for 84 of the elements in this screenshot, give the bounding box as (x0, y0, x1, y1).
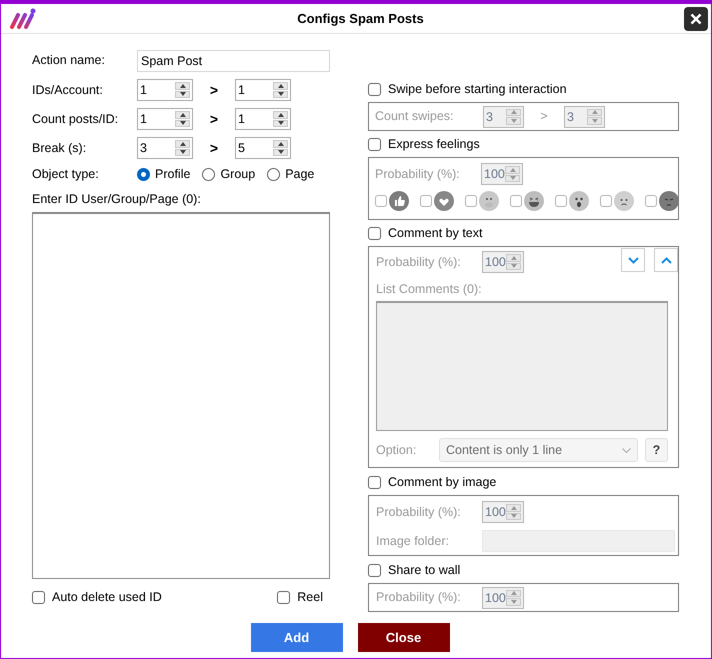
radio-button[interactable] (202, 168, 216, 180)
sad-reaction-icon (614, 191, 634, 211)
number-spinner[interactable]: 1 (235, 79, 291, 101)
field-label: Count posts/ID: (32, 110, 120, 128)
field-label: Object type: (32, 166, 100, 183)
number-spinner[interactable]: 5 (235, 137, 291, 159)
checkbox[interactable] (368, 476, 381, 488)
love-reaction-icon (434, 191, 454, 211)
checkbox[interactable] (32, 590, 45, 604)
checkbox-label[interactable]: Comment by image (388, 472, 496, 492)
spin-down-icon[interactable] (273, 148, 288, 156)
checkbox[interactable] (375, 195, 387, 207)
id-list-label: Enter ID User/Group/Page (0): (32, 191, 202, 207)
field-label: Action name: (32, 52, 106, 70)
checkbox[interactable] (600, 195, 612, 207)
checkbox-label[interactable]: Comment by text (388, 224, 482, 242)
wow-reaction-icon (569, 191, 589, 211)
chevron-down-icon (628, 256, 638, 264)
chevron-up-icon (660, 256, 672, 264)
probability-label: Probability (%): (376, 254, 462, 271)
care-reaction-icon (479, 191, 499, 211)
range-separator: > (208, 110, 220, 128)
checkbox[interactable] (465, 195, 477, 207)
window-title: Configs Spam Posts (296, 10, 425, 28)
spin-down-icon[interactable] (273, 120, 288, 127)
image-folder-label: Image folder: (376, 532, 450, 550)
add-button[interactable]: Add (250, 623, 342, 652)
number-spinner[interactable]: 1 (235, 108, 291, 130)
action-name-field[interactable]: Spam Post (137, 50, 330, 72)
checkbox[interactable] (555, 195, 567, 207)
list-comments-label: List Comments (0): (376, 281, 483, 297)
checkbox[interactable] (277, 590, 290, 604)
option-dropdown[interactable]: Content is only 1 line (439, 438, 638, 462)
range-separator: > (208, 138, 220, 158)
spin-down-icon[interactable] (175, 148, 190, 156)
checkbox-label[interactable]: Express feelings (388, 134, 480, 154)
field-label: IDs/Account: (32, 82, 104, 99)
checkbox-label[interactable]: Swipe before starting interaction (388, 80, 567, 98)
spin-up-icon[interactable] (273, 82, 288, 90)
field-label: Break (s): (32, 140, 88, 157)
checkbox[interactable] (368, 138, 381, 150)
radio-label[interactable]: Profile (155, 164, 190, 184)
spin-up-icon[interactable] (273, 140, 288, 148)
radio-button[interactable] (267, 168, 280, 180)
checkbox-label[interactable]: Share to wall (388, 560, 460, 580)
number-spinner[interactable]: 1 (137, 79, 193, 101)
radio-button[interactable] (137, 168, 150, 180)
count-swipes-label: Count swipes: (375, 108, 455, 126)
close-icon (690, 12, 702, 24)
comments-field[interactable] (376, 301, 668, 431)
checkbox[interactable] (368, 82, 381, 96)
range-separator: > (539, 108, 549, 126)
haha-reaction-icon (524, 191, 544, 211)
id-list-field[interactable] (32, 212, 330, 579)
checkbox[interactable] (368, 564, 381, 576)
spin-down-icon[interactable] (273, 90, 288, 98)
like-reaction-icon (389, 191, 409, 211)
spin-down-icon[interactable] (175, 120, 190, 127)
checkbox[interactable] (420, 195, 432, 207)
close-button[interactable] (684, 6, 708, 30)
range-separator: > (208, 80, 220, 100)
checkbox[interactable] (645, 195, 657, 207)
probability-label: Probability (%): (376, 589, 462, 606)
checkbox-label[interactable]: Reel (297, 588, 323, 607)
checkbox-label[interactable]: Auto delete used ID (52, 588, 162, 607)
number-spinner[interactable]: 1 (137, 108, 193, 130)
radio-label[interactable]: Group (220, 164, 256, 184)
option-label: Option: (376, 442, 418, 459)
spin-up-icon[interactable] (273, 111, 288, 118)
probability-label: Probability (%): (375, 166, 461, 183)
number-spinner[interactable]: 3 (137, 137, 193, 159)
close-dialog-button[interactable]: Close (358, 623, 450, 652)
checkbox[interactable] (368, 226, 381, 240)
move-up-button[interactable] (654, 248, 678, 272)
radio-label[interactable]: Page (285, 164, 314, 184)
help-button[interactable]: ? (645, 438, 668, 462)
probability-label: Probability (%): (376, 504, 462, 521)
app-logo-icon (9, 6, 37, 30)
move-down-button[interactable] (621, 248, 645, 272)
spin-up-icon[interactable] (175, 111, 190, 118)
checkbox[interactable] (510, 195, 522, 207)
spin-up-icon[interactable] (175, 82, 190, 90)
spin-down-icon[interactable] (175, 90, 190, 98)
spin-up-icon[interactable] (175, 140, 190, 148)
